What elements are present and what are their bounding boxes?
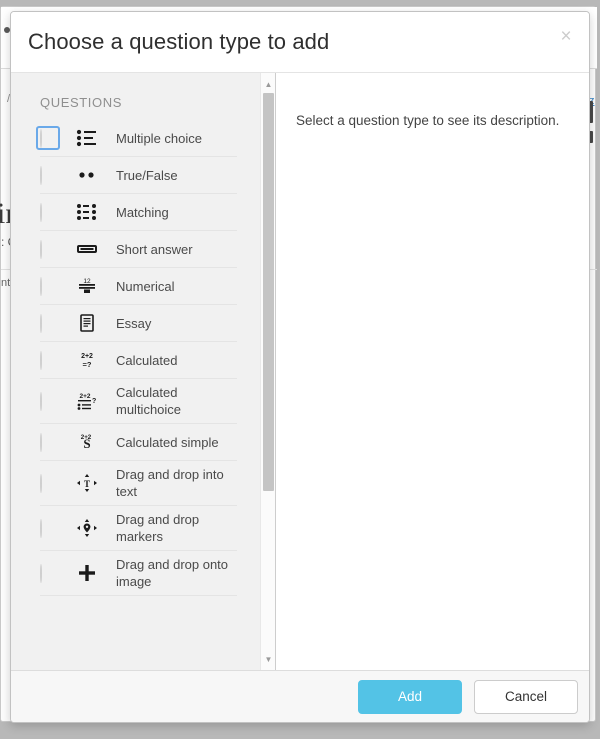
cancel-button[interactable]: Cancel bbox=[474, 679, 578, 714]
description-text: Select a question type to see its descri… bbox=[296, 113, 560, 128]
modal-title: Choose a question type to add bbox=[28, 29, 330, 54]
question-type-radio[interactable] bbox=[40, 351, 56, 370]
question-type-label: Calculated multichoice bbox=[116, 385, 182, 417]
question-type-radio[interactable] bbox=[40, 433, 56, 452]
question-type-label: Essay bbox=[116, 315, 152, 331]
drag-drop-text-icon: T bbox=[74, 471, 100, 495]
radio-circle-icon bbox=[40, 392, 42, 411]
svg-text:2+2: 2+2 bbox=[79, 393, 90, 400]
question-type-label: Drag and drop into text bbox=[116, 467, 224, 499]
question-type-label: Short answer bbox=[116, 241, 193, 257]
question-type-radio[interactable] bbox=[40, 240, 56, 259]
radio-circle-icon bbox=[40, 519, 42, 538]
matching-icon bbox=[74, 200, 100, 224]
radio-circle-icon bbox=[40, 314, 42, 333]
question-type-radio[interactable] bbox=[40, 166, 56, 185]
radio-circle-icon bbox=[40, 564, 42, 583]
drag-drop-image-icon bbox=[74, 561, 100, 585]
question-type-item-matching[interactable]: Matching bbox=[40, 194, 237, 231]
question-type-label: Calculated simple bbox=[116, 434, 219, 450]
drag-drop-markers-icon bbox=[74, 516, 100, 540]
question-type-label: True/False bbox=[116, 167, 178, 183]
scroll-down-arrow-icon[interactable]: ▼ bbox=[261, 652, 275, 666]
calculated-simple-icon: 2+2 S bbox=[74, 430, 100, 454]
svg-text:2+2: 2+2 bbox=[81, 353, 93, 360]
scroll-up-arrow-icon[interactable]: ▲ bbox=[261, 77, 275, 91]
question-type-list-pane: QUESTIONS Multiple choice True/False Match… bbox=[11, 73, 276, 670]
modal-body: QUESTIONS Multiple choice True/False Match… bbox=[11, 73, 589, 670]
calculated-multichoice-icon: 2+2? bbox=[74, 389, 100, 413]
svg-text:S: S bbox=[83, 436, 90, 451]
add-button[interactable]: Add bbox=[358, 679, 462, 714]
scrollbar-thumb[interactable] bbox=[263, 93, 274, 491]
question-type-label: Multiple choice bbox=[116, 130, 202, 146]
essay-icon bbox=[74, 311, 100, 335]
close-icon[interactable]: × bbox=[554, 25, 578, 49]
question-type-radio[interactable] bbox=[40, 519, 56, 538]
true-false-icon bbox=[74, 163, 100, 187]
radio-circle-icon bbox=[40, 474, 42, 493]
radio-circle-icon bbox=[40, 277, 42, 296]
short-answer-icon bbox=[74, 237, 100, 261]
modal-header: Choose a question type to add × bbox=[11, 12, 589, 73]
question-type-radio[interactable] bbox=[40, 203, 56, 222]
svg-text:12: 12 bbox=[83, 278, 91, 285]
question-type-item-essay[interactable]: Essay bbox=[40, 305, 237, 342]
question-type-list: QUESTIONS Multiple choice True/False Match… bbox=[11, 73, 260, 670]
radio-circle-icon bbox=[40, 129, 42, 148]
question-type-item-drag-and-drop-markers[interactable]: Drag and drop markers bbox=[40, 506, 237, 551]
numerical-icon: 12 bbox=[74, 274, 100, 298]
question-type-label: Drag and drop markers bbox=[116, 512, 200, 544]
question-type-item-true-false[interactable]: True/False bbox=[40, 157, 237, 194]
question-type-label: Numerical bbox=[116, 278, 175, 294]
question-type-item-calculated-multichoice[interactable]: 2+2? Calculated multichoice bbox=[40, 379, 237, 424]
question-type-item-drag-and-drop-onto-image[interactable]: Drag and drop onto image bbox=[40, 551, 237, 596]
calculated-icon: 2+2 =? bbox=[74, 348, 100, 372]
svg-text:?: ? bbox=[92, 398, 96, 405]
radio-circle-icon bbox=[40, 240, 42, 259]
question-type-radio[interactable] bbox=[40, 314, 56, 333]
question-type-radio[interactable] bbox=[40, 474, 56, 493]
question-type-modal: Choose a question type to add × QUESTION… bbox=[10, 11, 590, 723]
question-type-radio[interactable] bbox=[36, 126, 60, 150]
question-type-label: Drag and drop onto image bbox=[116, 557, 229, 589]
question-type-item-calculated[interactable]: 2+2 =? Calculated bbox=[40, 342, 237, 379]
multiple-choice-icon bbox=[74, 126, 100, 150]
svg-text:T: T bbox=[84, 479, 90, 489]
radio-circle-icon bbox=[40, 203, 42, 222]
question-type-radio[interactable] bbox=[40, 392, 56, 411]
description-pane: Select a question type to see its descri… bbox=[276, 73, 589, 670]
questions-group-label: QUESTIONS bbox=[40, 95, 122, 110]
question-type-item-drag-and-drop-into-text[interactable]: T Drag and drop into text bbox=[40, 461, 237, 506]
radio-circle-icon bbox=[40, 351, 42, 370]
question-type-item-short-answer[interactable]: Short answer bbox=[40, 231, 237, 268]
question-type-label: Matching bbox=[116, 204, 169, 220]
modal-footer: Add Cancel bbox=[11, 670, 589, 722]
svg-text:=?: =? bbox=[83, 360, 92, 369]
question-type-item-numerical[interactable]: 12 Numerical bbox=[40, 268, 237, 305]
list-scrollbar[interactable]: ▲ ▼ bbox=[260, 73, 275, 670]
radio-circle-icon bbox=[40, 166, 42, 185]
question-type-label: Calculated bbox=[116, 352, 178, 368]
question-type-radio[interactable] bbox=[40, 277, 56, 296]
question-type-item-calculated-simple[interactable]: 2+2 S Calculated simple bbox=[40, 424, 237, 461]
radio-circle-icon bbox=[40, 433, 42, 452]
question-type-item-multiple-choice[interactable]: Multiple choice bbox=[36, 120, 237, 157]
question-type-radio[interactable] bbox=[40, 564, 56, 583]
